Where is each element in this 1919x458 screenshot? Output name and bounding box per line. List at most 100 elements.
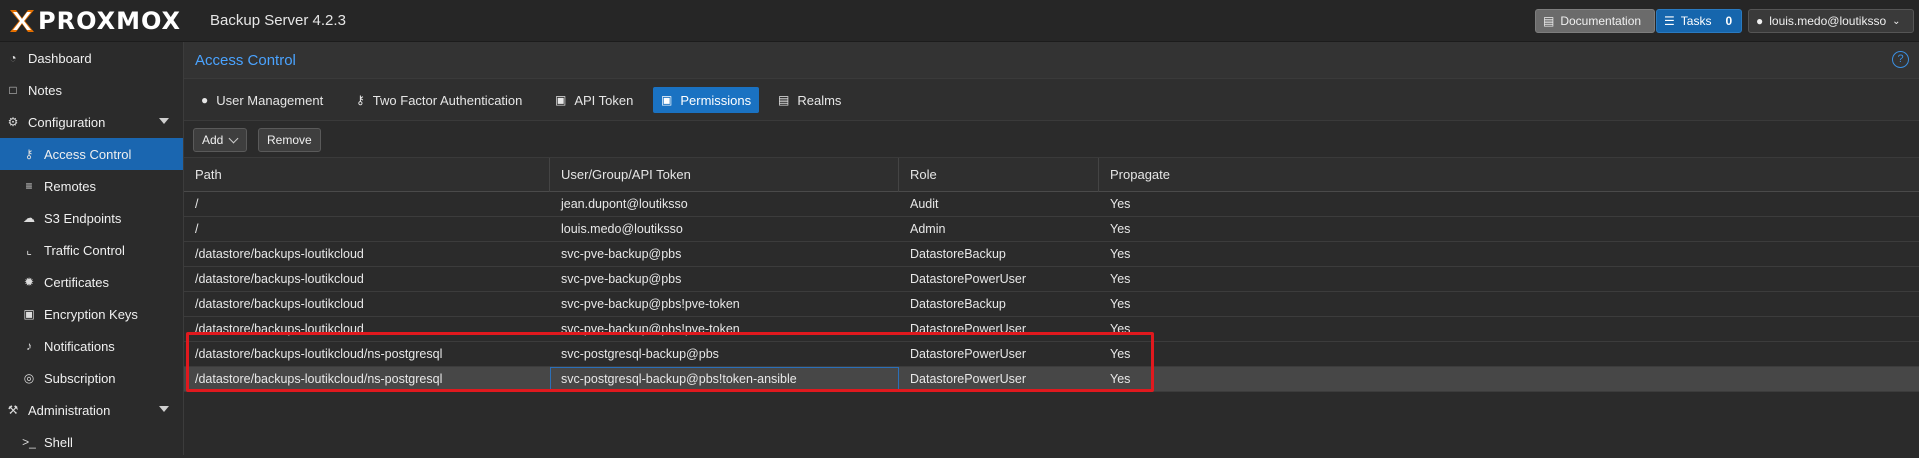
- cell-propagate: Yes: [1110, 272, 1131, 286]
- cell-propagate: Yes: [1110, 222, 1131, 236]
- documentation-button[interactable]: ▤ Documentation: [1535, 9, 1655, 33]
- cell-user: svc-pve-backup@pbs: [561, 247, 682, 261]
- cell-role: Audit: [910, 197, 939, 211]
- tab-permissions[interactable]: ▣ Permissions: [653, 87, 760, 113]
- tab-label: Two Factor Authentication: [372, 92, 523, 108]
- user-menu-button[interactable]: ● louis.medo@loutiksso ⌄: [1748, 9, 1914, 33]
- help-icon[interactable]: ?: [1892, 51, 1909, 68]
- sidebar-item-remotes[interactable]: ≡ Remotes: [0, 170, 183, 202]
- cell-role: DatastorePowerUser: [910, 347, 1027, 361]
- sidebar-item-configuration[interactable]: ⚙ Configuration: [0, 106, 183, 138]
- key-icon: ⚷: [24, 147, 34, 161]
- table-row[interactable]: / louis.medo@loutiksso Admin Yes: [184, 217, 1919, 242]
- tab-label: API Token: [574, 92, 634, 108]
- cell-propagate: Yes: [1110, 197, 1131, 211]
- cell-path: /datastore/backups-loutikcloud/ns-postgr…: [195, 372, 443, 386]
- server-icon: ≡: [25, 179, 33, 193]
- sidebar-item-s3-endpoints[interactable]: ☁ S3 Endpoints: [0, 202, 183, 234]
- tab-label: Realms: [797, 92, 842, 108]
- table-row[interactable]: / jean.dupont@loutiksso Audit Yes: [184, 192, 1919, 217]
- wrench-icon: ⚒: [7, 403, 19, 417]
- cell-path: /datastore/backups-loutikcloud/ns-postgr…: [195, 347, 443, 361]
- sidebar-item-traffic-control[interactable]: ⌞ Traffic Control: [0, 234, 183, 266]
- tab-realms[interactable]: ▤ Realms: [770, 87, 849, 113]
- table-row[interactable]: /datastore/backups-loutikcloud svc-pve-b…: [184, 317, 1919, 342]
- cell-user: svc-pve-backup@pbs!pve-token: [561, 322, 740, 336]
- user-label: louis.medo@loutiksso: [1769, 14, 1887, 28]
- sidebar-item-administration[interactable]: ⚒ Administration: [0, 394, 183, 426]
- sidebar-item-label: Access Control: [44, 146, 132, 162]
- user-icon: ●: [1756, 14, 1764, 28]
- add-button[interactable]: Add: [193, 128, 247, 152]
- cell-user: svc-pve-backup@pbs!pve-token: [561, 297, 740, 311]
- cell-path: /datastore/backups-loutikcloud: [195, 297, 364, 311]
- cell-role: Admin: [910, 222, 946, 236]
- table-row[interactable]: /datastore/backups-loutikcloud svc-pve-b…: [184, 267, 1919, 292]
- cell-path: /datastore/backups-loutikcloud: [195, 247, 364, 261]
- sidebar-item-encryption-keys[interactable]: ▣ Encryption Keys: [0, 298, 183, 330]
- cell-propagate: Yes: [1110, 322, 1131, 336]
- column-header-path[interactable]: Path: [184, 158, 550, 192]
- cell-role: DatastorePowerUser: [910, 322, 1027, 336]
- sidebar-item-label: Notifications: [44, 338, 115, 354]
- table-row[interactable]: /datastore/backups-loutikcloud svc-pve-b…: [184, 292, 1919, 317]
- sidebar-item-label: Dashboard: [28, 50, 92, 66]
- table-row[interactable]: /datastore/backups-loutikcloud svc-pve-b…: [184, 242, 1919, 267]
- sidebar-item-access-control[interactable]: ⚷ Access Control: [0, 138, 183, 170]
- panel-header: Access Control ?: [184, 42, 1919, 79]
- cell-role: DatastorePowerUser: [910, 272, 1027, 286]
- notes-icon: □: [9, 83, 17, 97]
- sidebar-item-label: Traffic Control: [44, 242, 125, 258]
- tasks-label: Tasks: [1680, 14, 1712, 28]
- traffic-control-icon: ⌞: [26, 243, 32, 257]
- sidebar-item-label: Certificates: [44, 274, 110, 290]
- sidebar-item-certificates[interactable]: ✹ Certificates: [0, 266, 183, 298]
- table-row-selected[interactable]: /datastore/backups-loutikcloud/ns-postgr…: [184, 367, 1919, 392]
- sidebar-item-subscription[interactable]: ◎ Subscription: [0, 362, 183, 394]
- remove-button[interactable]: Remove: [258, 128, 321, 152]
- sidebar-item-label: Shell: [44, 434, 73, 450]
- tab-label: User Management: [216, 92, 324, 108]
- lock-icon: ▣: [555, 93, 567, 107]
- cell-propagate: Yes: [1110, 247, 1131, 261]
- cell-path: /: [195, 222, 199, 236]
- sidebar-item-shell[interactable]: >_ Shell: [0, 426, 183, 458]
- cell-path: /: [195, 197, 199, 211]
- support-icon: ◎: [23, 371, 35, 385]
- grid-header: Path User/Group/API Token Role Propagate: [184, 158, 1919, 192]
- tab-api-token[interactable]: ▣ API Token: [547, 87, 641, 113]
- collapse-arrow-icon[interactable]: [159, 406, 169, 412]
- column-header-role[interactable]: Role: [899, 158, 1099, 192]
- sidebar-item-label: Subscription: [44, 370, 116, 386]
- gears-icon: ⚙: [7, 115, 19, 129]
- bell-icon: ♪: [26, 339, 32, 353]
- column-header-user[interactable]: User/Group/API Token: [550, 158, 899, 192]
- tab-two-factor-authentication[interactable]: ⚷ Two Factor Authentication: [348, 87, 530, 113]
- tasks-count: 0: [1725, 14, 1733, 28]
- chevron-down-icon: [228, 133, 239, 143]
- documentation-label: Documentation: [1560, 14, 1642, 28]
- sidebar-item-notes[interactable]: □ Notes: [0, 74, 183, 106]
- sidebar-item-dashboard[interactable]: ◔ Dashboard: [0, 42, 183, 74]
- sidebar-item-label: S3 Endpoints: [44, 210, 122, 226]
- proxmox-logo[interactable]: PROXMOX: [8, 6, 181, 36]
- tasks-button[interactable]: ☰ Tasks 0: [1656, 9, 1742, 33]
- cell-user: svc-pve-backup@pbs: [561, 272, 682, 286]
- column-header-propagate[interactable]: Propagate: [1099, 158, 1919, 192]
- sidebar-item-label: Remotes: [44, 178, 97, 194]
- cell-propagate: Yes: [1110, 347, 1131, 361]
- permissions-grid: Path User/Group/API Token Role Propagate…: [184, 158, 1919, 392]
- tab-user-management[interactable]: ● User Management: [193, 87, 331, 113]
- product-version: Backup Server 4.2.3: [210, 12, 346, 29]
- unlock-icon: ▣: [661, 93, 673, 107]
- cell-propagate: Yes: [1110, 297, 1131, 311]
- cell-role: DatastorePowerUser: [910, 372, 1027, 386]
- tab-bar: ● User Management ⚷ Two Factor Authentic…: [184, 79, 1919, 121]
- main-panel: Access Control ? ● User Management ⚷ Two…: [184, 42, 1919, 455]
- dashboard-icon: ◔: [9, 51, 17, 65]
- table-row[interactable]: /datastore/backups-loutikcloud/ns-postgr…: [184, 342, 1919, 367]
- collapse-arrow-icon[interactable]: [159, 118, 169, 124]
- logo-wordmark: PROXMOX: [38, 7, 182, 35]
- sidebar-item-label: Notes: [28, 82, 62, 98]
- sidebar-item-notifications[interactable]: ♪ Notifications: [0, 330, 183, 362]
